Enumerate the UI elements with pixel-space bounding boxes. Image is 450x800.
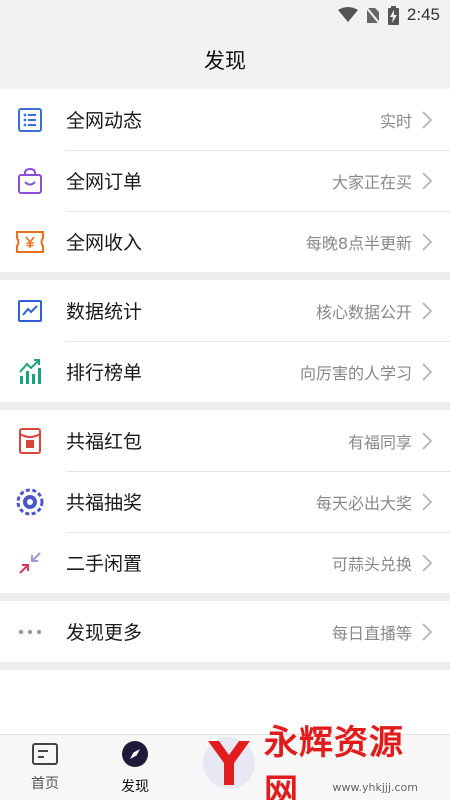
tab-home[interactable]: 首页 [0, 735, 90, 800]
header: 发现 [0, 30, 450, 89]
chevron-right-icon [422, 622, 436, 641]
group-divider [0, 593, 450, 601]
chevron-right-icon [422, 431, 436, 450]
menu-item-hint: 向厉害的人学习 [299, 363, 412, 383]
menu-item-label: 全网动态 [66, 110, 143, 132]
menu-item-label: 发现更多 [66, 622, 143, 644]
more-dots-icon [15, 617, 45, 647]
chevron-right-icon [422, 362, 436, 381]
menu-item-label: 全网订单 [66, 171, 143, 193]
menu-group: 共福红包 有福同享共福抽奖 每天必出大奖二手闲置 可蒜头兑换 [0, 410, 450, 593]
chevron-right-icon [422, 301, 436, 320]
menu-item-hint: 每天必出大奖 [315, 493, 412, 513]
menu-item-shopping-bag[interactable]: 全网订单 大家正在买 [0, 150, 450, 211]
tab-discover-label: 发现 [121, 778, 149, 795]
ranking-bars-icon [15, 357, 45, 387]
menu-item-hint: 每日直播等 [331, 623, 412, 643]
watermark-logo-icon [198, 733, 260, 795]
menu-item-hint: 核心数据公开 [315, 302, 412, 322]
compass-icon [121, 740, 149, 772]
no-sim-icon [365, 6, 380, 24]
menu-item-ticket-yuan[interactable]: 全网收入 每晚8点半更新 [0, 211, 450, 272]
home-icon [32, 742, 58, 769]
chevron-right-icon [422, 110, 436, 129]
menu-item-hint: 可蒜头兑换 [331, 554, 412, 574]
discover-list: 全网动态 实时全网订单 大家正在买全网收入 每晚8点半更新数据统计 核心数据公开排行榜单… [0, 89, 450, 670]
menu-item-lottery-wheel[interactable]: 共福抽奖 每天必出大奖 [0, 471, 450, 532]
status-bar: 2:45 [0, 0, 450, 30]
menu-item-label: 共福抽奖 [66, 492, 143, 514]
swap-arrows-icon [15, 548, 45, 578]
list-icon [15, 105, 45, 135]
status-time: 2:45 [406, 5, 440, 24]
menu-item-label: 数据统计 [66, 301, 143, 323]
watermark-url: www.yhkjjj.com [332, 781, 419, 794]
battery-charging-icon [387, 5, 399, 25]
menu-group: 数据统计 核心数据公开排行榜单 向厉害的人学习 [0, 280, 450, 402]
group-divider [0, 402, 450, 410]
menu-item-hint: 大家正在买 [331, 172, 412, 192]
chevron-right-icon [422, 492, 436, 511]
chevron-right-icon [422, 553, 436, 572]
menu-item-line-chart[interactable]: 数据统计 核心数据公开 [0, 280, 450, 341]
tab-home-label: 首页 [31, 775, 59, 792]
menu-item-red-envelope[interactable]: 共福红包 有福同享 [0, 410, 450, 471]
menu-item-label: 共福红包 [66, 431, 143, 453]
page-title: 发现 [204, 48, 246, 73]
menu-item-hint: 有福同享 [347, 432, 412, 452]
tab-discover[interactable]: 发现 [90, 735, 180, 800]
shopping-bag-icon [15, 166, 45, 196]
line-chart-icon [15, 296, 45, 326]
red-envelope-icon [15, 426, 45, 456]
chevron-right-icon [422, 171, 436, 190]
menu-item-hint: 实时 [379, 111, 412, 131]
menu-item-list[interactable]: 全网动态 实时 [0, 89, 450, 150]
wifi-icon [337, 7, 358, 23]
watermark: 永辉资源网 www.yhkjjj.com [198, 723, 428, 800]
menu-item-hint: 每晚8点半更新 [305, 233, 412, 253]
group-divider [0, 272, 450, 280]
menu-item-more-dots[interactable]: 发现更多 每日直播等 [0, 601, 450, 662]
group-divider [0, 662, 450, 670]
lottery-wheel-icon [15, 487, 45, 517]
chevron-right-icon [422, 232, 436, 251]
menu-item-label: 二手闲置 [66, 553, 143, 575]
menu-item-ranking-bars[interactable]: 排行榜单 向厉害的人学习 [0, 341, 450, 402]
menu-item-swap-arrows[interactable]: 二手闲置 可蒜头兑换 [0, 532, 450, 593]
ticket-yuan-icon [15, 227, 45, 257]
menu-item-label: 排行榜单 [66, 362, 143, 384]
menu-group: 发现更多 每日直播等 [0, 601, 450, 662]
menu-group: 全网动态 实时全网订单 大家正在买全网收入 每晚8点半更新 [0, 89, 450, 272]
menu-item-label: 全网收入 [66, 232, 143, 254]
